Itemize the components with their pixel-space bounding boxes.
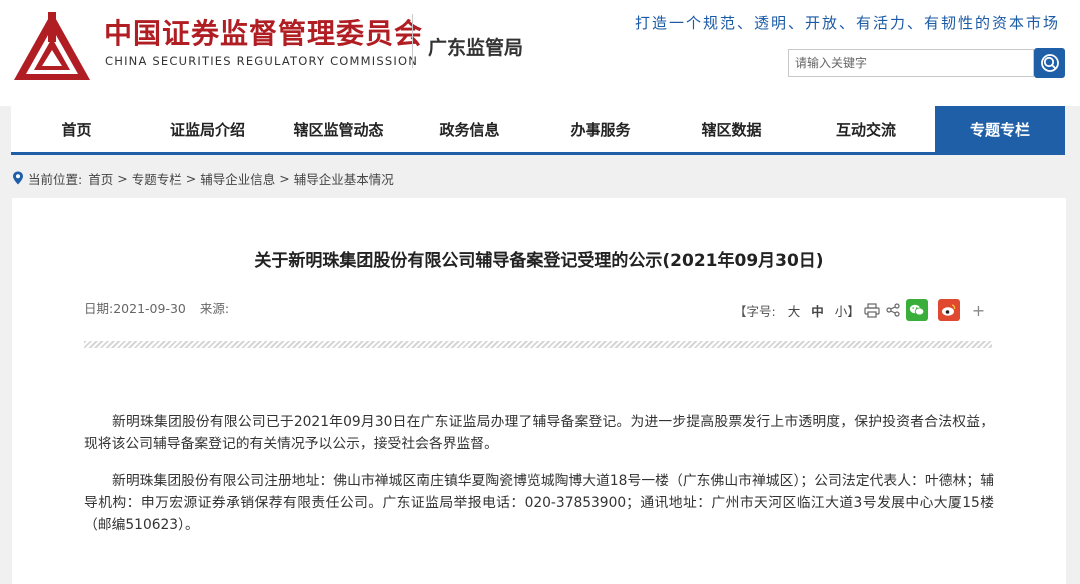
breadcrumb-current[interactable]: 辅导企业基本情况 — [294, 169, 394, 188]
article-paragraph: 新明珠集团股份有限公司注册地址：佛山市禅城区南庄镇华夏陶瓷博览城陶博大道18号一… — [84, 473, 994, 533]
weibo-share-icon[interactable] — [937, 299, 960, 321]
search-icon — [1040, 54, 1059, 72]
more-share-icon[interactable]: + — [972, 301, 985, 320]
logo-title-cn[interactable]: 中国证券监督管理委员会 — [104, 12, 423, 52]
breadcrumb-special-topics[interactable]: 专题专栏 — [132, 169, 182, 188]
search-box — [788, 49, 1034, 77]
nav-item-regional-news[interactable]: 辖区监管动态 — [273, 106, 404, 152]
site-header: 中国证券监督管理委员会 CHINA SECURITIES REGULATORY … — [0, 0, 1080, 106]
breadcrumb: 当前位置: 首页 > 专题专栏 > 辅导企业信息 > 辅导企业基本情况 — [12, 168, 394, 188]
article-title: 关于新明珠集团股份有限公司辅导备案登记受理的公示(2021年09月30日) — [254, 251, 824, 271]
source-label: 来源: — [199, 301, 230, 316]
nav-item-home[interactable]: 首页 — [11, 106, 142, 152]
breadcrumb-coaching-info[interactable]: 辅导企业信息 — [200, 169, 275, 188]
logo-title-en: CHINA SECURITIES REGULATORY COMMISSION — [105, 54, 419, 68]
dotted-divider — [84, 341, 992, 348]
date-label: 日期: — [84, 301, 114, 316]
nav-item-intro[interactable]: 证监局介绍 — [142, 106, 273, 152]
nav-item-interaction[interactable]: 互动交流 — [797, 106, 935, 152]
search-button[interactable] — [1034, 48, 1065, 78]
breadcrumb-separator: > — [117, 170, 128, 186]
nav-item-gov-info[interactable]: 政务信息 — [404, 106, 535, 152]
csrc-logo-icon[interactable] — [12, 8, 92, 88]
publish-date: 2021-09-30 — [113, 301, 186, 316]
logo-divider — [412, 14, 413, 68]
breadcrumb-prefix: 当前位置: — [28, 171, 83, 187]
breadcrumb-home[interactable]: 首页 — [88, 169, 113, 188]
article-panel: 关于新明珠集团股份有限公司辅导备案登记受理的公示(2021年09月30日) 日期… — [12, 198, 1066, 584]
font-size-large-button[interactable]: 大 — [788, 301, 801, 320]
article-meta: 日期:2021-09-30 来源: — [84, 298, 229, 317]
nav-item-regional-data[interactable]: 辖区数据 — [666, 106, 797, 152]
wechat-share-icon[interactable] — [905, 299, 928, 321]
breadcrumb-separator: > — [185, 170, 197, 186]
font-size-small-button[interactable]: 小】 — [835, 301, 860, 320]
share-icon[interactable] — [886, 303, 900, 317]
font-size-label: 【字号: — [734, 303, 776, 319]
slogan: 打造一个规范、透明、开放、有活力、有韧性的资本市场 — [634, 14, 1060, 32]
font-size-medium-button[interactable]: 中 — [811, 301, 824, 320]
location-pin-icon — [13, 171, 23, 185]
search-input[interactable] — [789, 50, 1033, 76]
nav-item-special-topics[interactable]: 专题专栏 — [935, 106, 1065, 152]
article-paragraph: 新明珠集团股份有限公司已于2021年09月30日在广东证监局办理了辅导备案登记。… — [84, 414, 994, 452]
breadcrumb-separator: > — [279, 170, 290, 186]
main-nav: 首页 证监局介绍 辖区监管动态 政务信息 办事服务 辖区数据 互动交流 专题专栏 — [11, 106, 1065, 155]
print-icon[interactable] — [864, 302, 880, 318]
nav-item-services[interactable]: 办事服务 — [535, 106, 666, 152]
article-tools: 【字号: 大 中 小】 + — [734, 298, 985, 322]
bureau-name: 广东监管局 — [428, 37, 524, 59]
